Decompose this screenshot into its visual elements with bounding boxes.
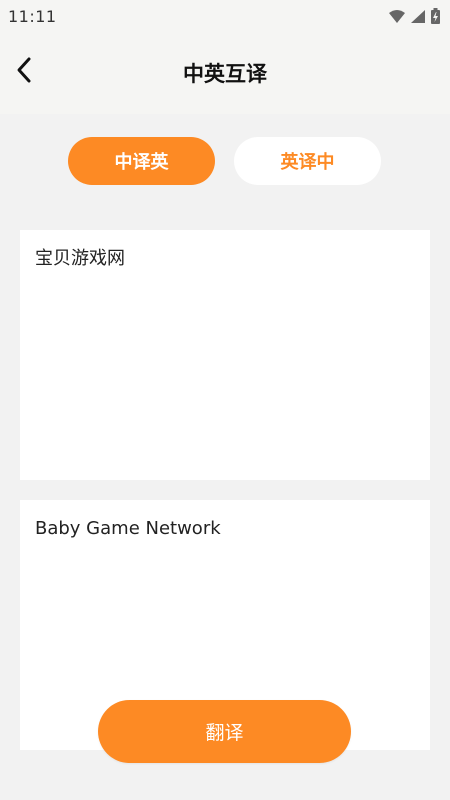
translate-screen: 11:11 中英互译 中译英 英译中 宝贝游戏网 Baby Game Netwo…: [0, 0, 450, 800]
source-text-input[interactable]: 宝贝游戏网: [20, 230, 430, 480]
cell-signal-icon: [411, 9, 425, 23]
app-header: 中英互译: [0, 32, 450, 114]
status-bar: 11:11: [0, 0, 450, 32]
direction-toggle: 中译英 英译中: [0, 137, 450, 185]
zh-to-en-tab[interactable]: 中译英: [68, 137, 215, 185]
wifi-icon: [389, 9, 405, 23]
page-title: 中英互译: [183, 62, 267, 86]
battery-charging-icon: [431, 8, 440, 24]
en-to-zh-tab[interactable]: 英译中: [234, 137, 381, 185]
translation-text: Baby Game Network: [35, 518, 221, 539]
translate-button[interactable]: 翻译: [98, 700, 351, 763]
status-icons: [389, 8, 440, 24]
source-text: 宝贝游戏网: [35, 248, 125, 269]
status-time: 11:11: [8, 6, 57, 26]
